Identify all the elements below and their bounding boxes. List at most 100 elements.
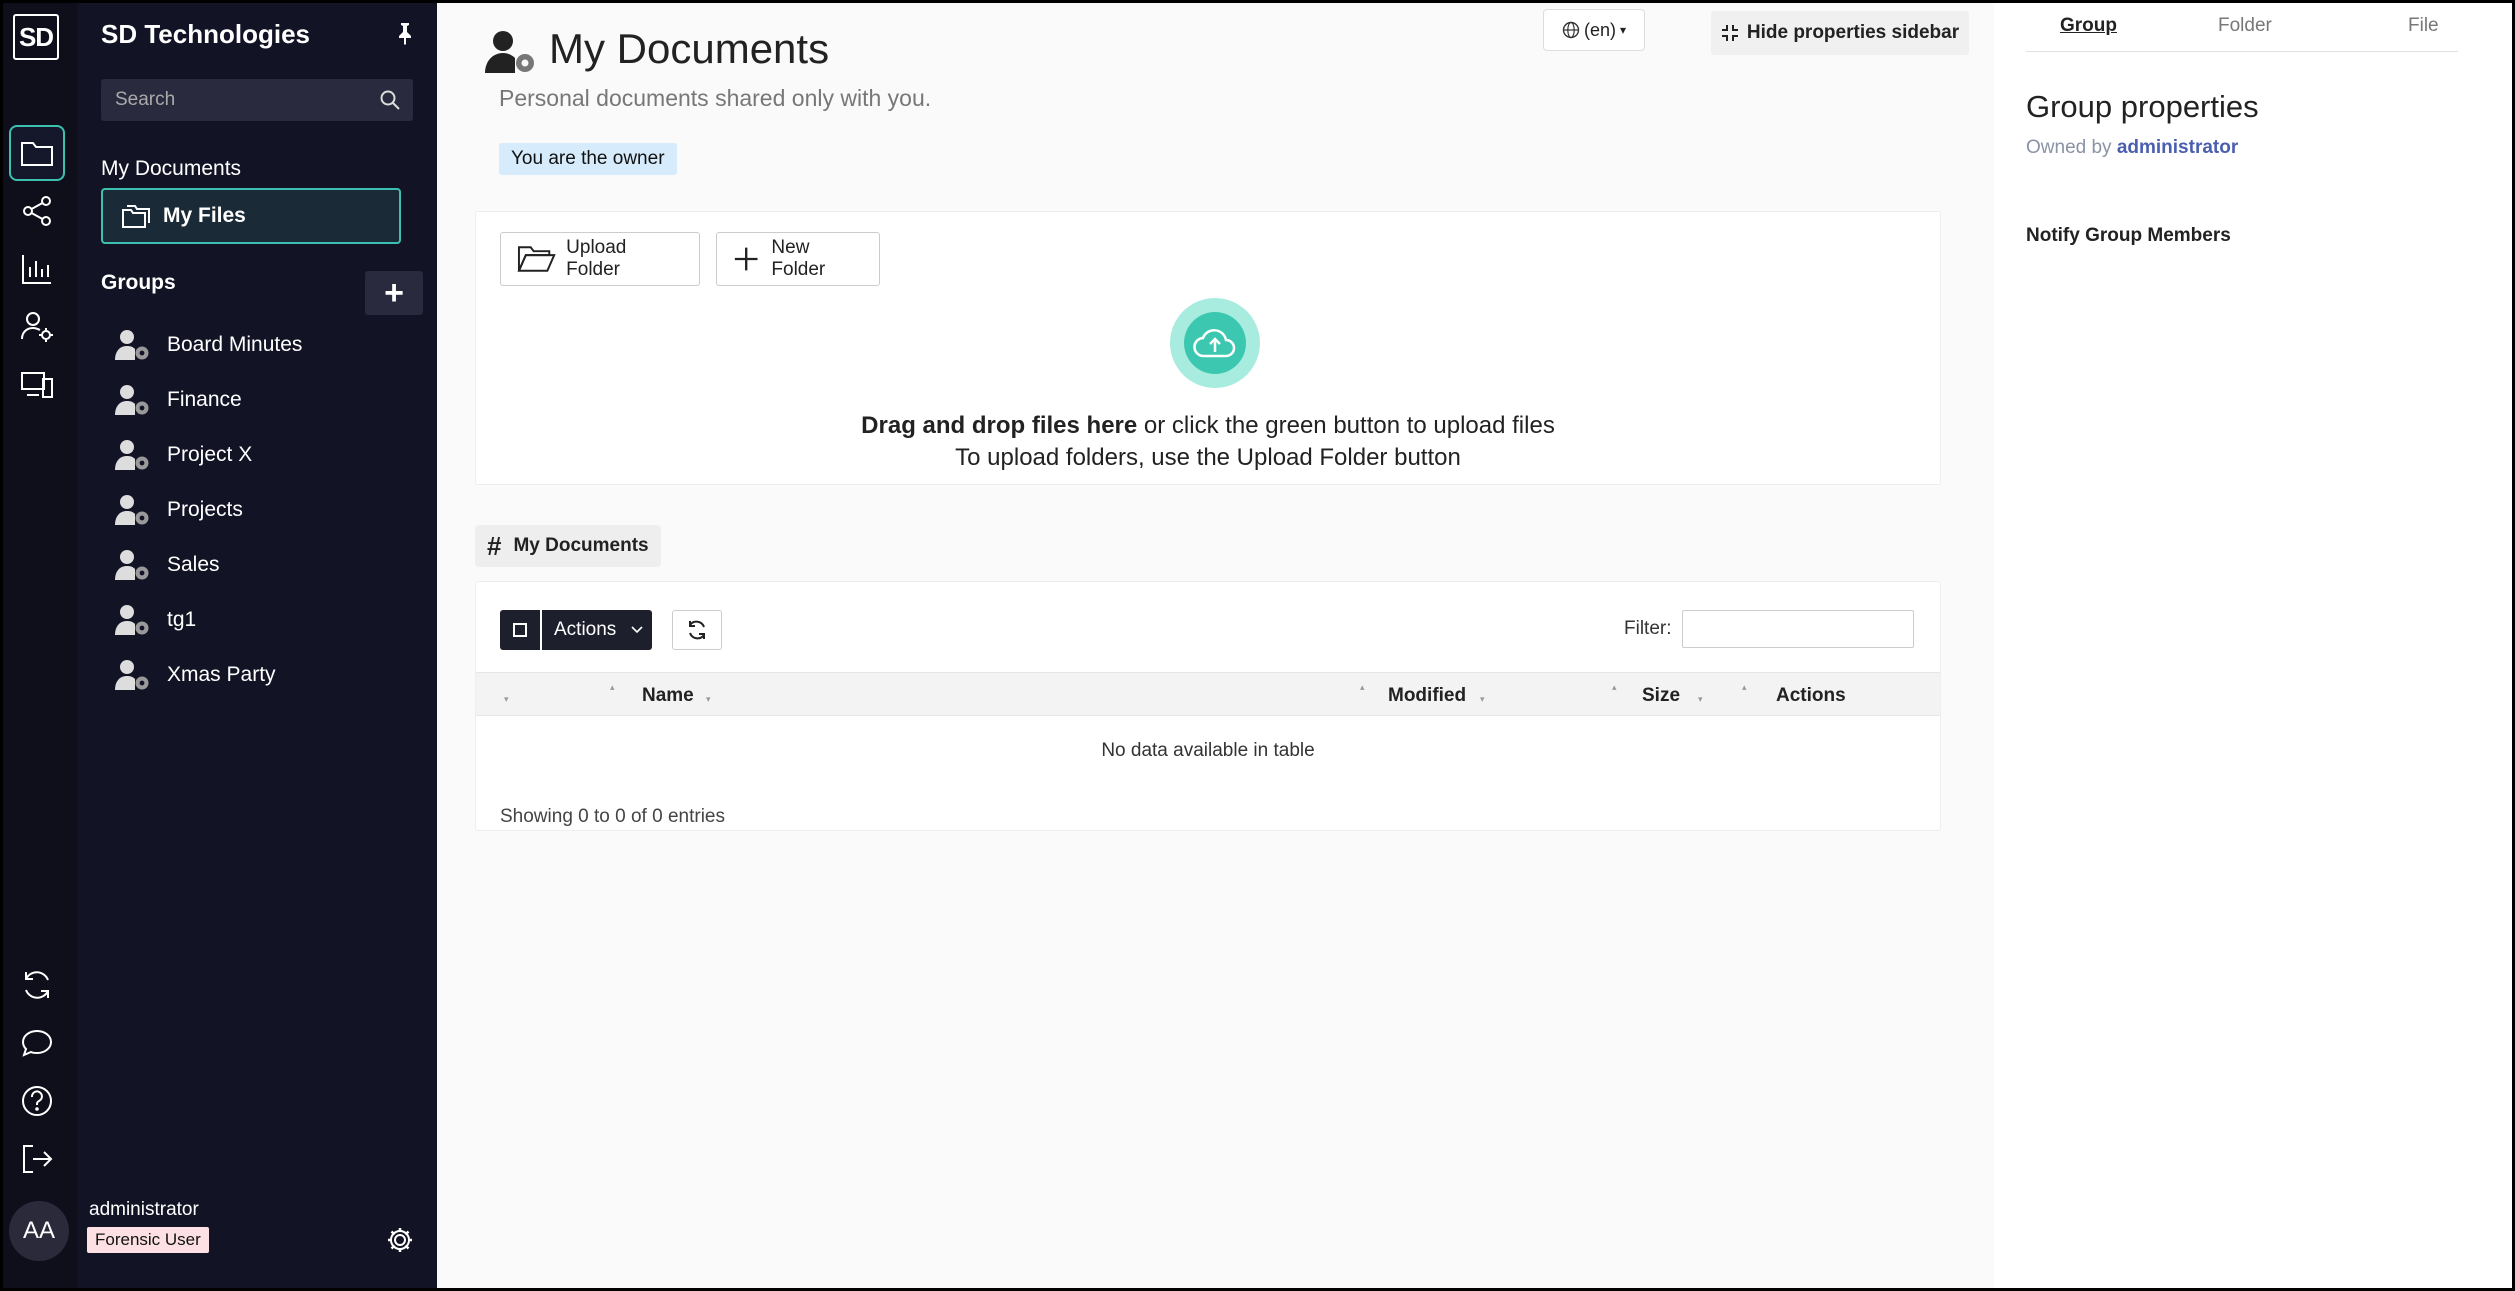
select-all-checkbox[interactable] [500,610,540,650]
group-item[interactable]: tg1 [115,600,196,640]
logout-icon[interactable] [9,1131,65,1187]
group-item[interactable]: Sales [115,545,220,585]
group-icon [115,550,149,580]
gear-icon[interactable] [385,1225,415,1255]
owned-by: Owned by administrator [2026,137,2238,159]
sort-icon[interactable]: ▴ [1742,683,1747,692]
group-item-label: Xmas Party [167,663,276,686]
open-folder-icon [517,246,556,272]
language-label: (en) [1583,19,1616,40]
sort-icon[interactable]: ▾ [706,695,711,704]
devices-icon[interactable] [9,357,65,413]
sort-icon[interactable]: ▴ [610,683,615,692]
nav-sidebar: SD Technologies Search My Documents My F… [77,3,437,1288]
pin-icon[interactable] [393,21,417,45]
group-item-label: Sales [167,553,220,576]
refresh-icon [689,620,705,640]
actions-dropdown[interactable]: Actions [542,610,652,650]
search-input[interactable]: Search [101,79,413,121]
app-window: SD AA SD Technologies Search My Document… [3,3,2512,1288]
new-folder-button[interactable]: New Folder [716,232,880,286]
breadcrumb[interactable]: # My Documents [475,525,661,567]
sync-icon[interactable] [9,957,65,1013]
sort-icon[interactable]: ▴ [1360,683,1365,692]
group-item-label: Project X [167,443,253,466]
drag-drop-rest: or click the green button to upload file… [1137,412,1555,439]
add-group-button[interactable]: + [365,271,423,315]
column-name[interactable]: Name [642,685,694,707]
caret-down-icon: ▾ [1619,23,1627,37]
upload-button[interactable] [1170,298,1260,388]
sort-icon[interactable]: ▾ [504,695,509,704]
group-item-label: Projects [167,498,243,521]
cloud-upload-icon [1193,329,1236,358]
group-item-label: tg1 [167,608,197,631]
upload-folder-label: Upload Folder [566,237,627,280]
language-dropdown[interactable]: (en) ▾ [1543,9,1645,51]
breadcrumb-label: My Documents [513,535,649,556]
tab-divider [2026,51,2458,52]
chat-icon[interactable] [9,1015,65,1071]
sort-icon[interactable]: ▾ [1698,695,1703,704]
owned-by-label: Owned by [2026,137,2117,158]
owner-badge: You are the owner [499,143,677,175]
group-icon [115,605,149,635]
nav-my-documents[interactable]: My Documents [101,157,241,181]
filter-input[interactable] [1682,610,1914,648]
upload-folder-button[interactable]: Upload Folder [500,232,700,286]
caret-down-icon [631,626,643,634]
tab-folder[interactable]: Folder [2218,15,2272,37]
actions-label: Actions [554,619,617,640]
nav-my-files[interactable]: My Files [101,188,401,244]
group-item[interactable]: Project X [115,435,252,475]
icon-rail: SD AA [3,3,77,1288]
group-item-label: Finance [167,388,242,411]
properties-title: Group properties [2026,89,2259,124]
sort-icon[interactable]: ▴ [1612,683,1617,692]
drag-drop-text: Drag and drop files here or click the gr… [476,412,1940,440]
group-icon [115,440,149,470]
group-item[interactable]: Projects [115,490,243,530]
group-docs-icon [485,31,534,73]
column-size[interactable]: Size [1642,685,1680,707]
folder-icon[interactable] [9,125,65,181]
tab-file[interactable]: File [2408,15,2439,37]
documents-table-card: Actions Filter: ▾ ▴ Name ▾ ▴ Modified ▾ … [475,581,1941,831]
refresh-button[interactable] [672,610,722,650]
hide-sidebar-label: Hide properties sidebar [1746,22,1960,43]
new-folder-label: New Folder [771,237,826,280]
chart-icon[interactable] [9,241,65,297]
folder-upload-hint: To upload folders, use the Upload Folder… [955,444,1461,471]
properties-sidebar: Group Folder File Group properties Owned… [1994,3,2512,1288]
group-item[interactable]: Finance [115,380,242,420]
share-icon[interactable] [9,183,65,239]
group-icon [115,495,149,525]
sort-icon[interactable]: ▾ [1480,695,1485,704]
group-icon [115,385,149,415]
column-actions: Actions [1776,685,1846,706]
globe-icon [1562,21,1580,39]
filter-label: Filter: [1624,618,1672,639]
help-icon[interactable] [9,1073,65,1129]
search-icon[interactable] [379,89,401,111]
main-content: My Documents Personal documents shared o… [437,3,1994,1288]
group-item[interactable]: Xmas Party [115,655,276,695]
app-logo[interactable]: SD [13,14,59,60]
groups-heading: Groups [101,271,176,294]
notify-group-members[interactable]: Notify Group Members [2026,225,2231,247]
empty-table-message: No data available in table [1101,740,1315,761]
avatar[interactable]: AA [9,1201,69,1261]
role-badge: Forensic User [87,1227,209,1253]
files-icon [122,205,150,228]
drag-drop-bold: Drag and drop files here [861,412,1138,439]
group-item[interactable]: Board Minutes [115,325,302,365]
search-placeholder: Search [115,89,176,110]
hide-sidebar-button[interactable]: Hide properties sidebar [1711,11,1969,55]
owner-link[interactable]: administrator [2117,137,2238,158]
user-settings-icon[interactable] [9,299,65,355]
tab-group[interactable]: Group [2060,15,2117,37]
upload-card: Upload Folder New Folder Drag and drop f… [475,211,1941,485]
user-name: administrator [89,1199,199,1220]
group-icon [115,330,149,360]
column-modified[interactable]: Modified [1388,685,1466,707]
